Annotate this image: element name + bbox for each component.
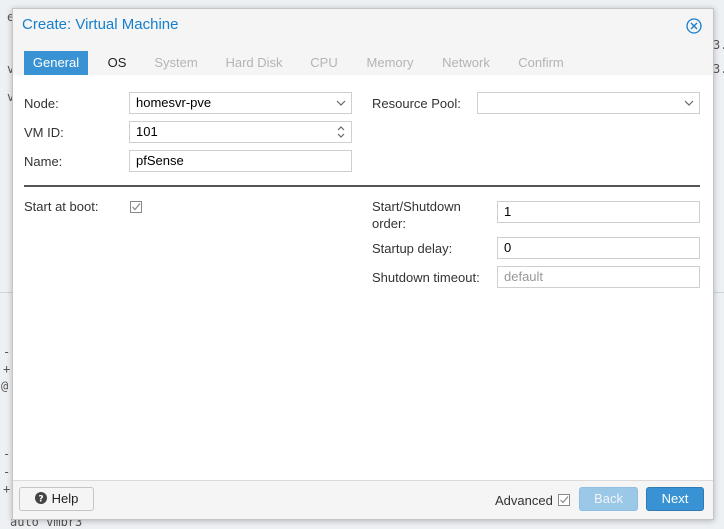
name-field[interactable]: pfSense bbox=[129, 150, 352, 172]
startup-order-label-line2: order: bbox=[372, 216, 406, 231]
startup-delay-field[interactable]: 0 bbox=[497, 237, 700, 259]
name-value: pfSense bbox=[136, 153, 184, 168]
tab-system[interactable]: System bbox=[146, 51, 206, 75]
general-form: Node: homesvr-pve VM ID: 101 Name: pfSen… bbox=[13, 75, 713, 481]
background-snippet: - bbox=[3, 447, 11, 461]
create-vm-dialog: Create: Virtual Machine General OS Syste… bbox=[12, 8, 714, 520]
background-snippet: + bbox=[3, 362, 11, 376]
start-at-boot-checkbox[interactable] bbox=[130, 201, 142, 213]
dialog-title: Create: Virtual Machine bbox=[22, 16, 179, 33]
dialog-titlebar[interactable]: Create: Virtual Machine bbox=[13, 9, 713, 41]
resource-pool-label: Resource Pool: bbox=[372, 96, 461, 111]
resource-pool-combobox[interactable] bbox=[477, 92, 700, 114]
background-snippet: + bbox=[3, 482, 11, 496]
tab-network[interactable]: Network bbox=[434, 51, 498, 75]
startup-order-field[interactable]: 1 bbox=[497, 201, 700, 223]
node-combobox[interactable]: homesvr-pve bbox=[129, 92, 352, 114]
startup-order-label-line1: Start/Shutdown bbox=[372, 199, 461, 214]
tab-os[interactable]: OS bbox=[99, 51, 135, 75]
advanced-checkbox[interactable] bbox=[558, 494, 570, 506]
node-label: Node: bbox=[24, 96, 59, 111]
node-value: homesvr-pve bbox=[136, 95, 212, 110]
shutdown-timeout-label: Shutdown timeout: bbox=[372, 270, 480, 285]
tab-memory[interactable]: Memory bbox=[358, 51, 422, 75]
wizard-tabs: General OS System Hard Disk CPU Memory N… bbox=[13, 41, 713, 75]
vmid-value: 101 bbox=[136, 124, 158, 139]
section-separator bbox=[24, 185, 700, 187]
start-at-boot-label: Start at boot: bbox=[24, 199, 99, 214]
background-snippet: @ bbox=[1, 379, 9, 393]
vmid-spinner[interactable]: 101 bbox=[129, 121, 352, 143]
advanced-label: Advanced bbox=[495, 493, 553, 508]
chevron-down-icon[interactable] bbox=[336, 99, 346, 107]
tab-cpu[interactable]: CPU bbox=[303, 51, 345, 75]
back-button[interactable]: Back bbox=[579, 487, 638, 511]
tab-confirm[interactable]: Confirm bbox=[510, 51, 572, 75]
spinner-arrows-icon[interactable] bbox=[336, 124, 346, 140]
tab-hard-disk[interactable]: Hard Disk bbox=[218, 51, 290, 75]
tab-general[interactable]: General bbox=[24, 51, 88, 75]
startup-order-label: Start/Shutdown order: bbox=[372, 198, 461, 232]
startup-delay-label: Startup delay: bbox=[372, 241, 453, 256]
background-snippet: 3.1 bbox=[713, 62, 724, 76]
help-button[interactable]: ? Help bbox=[19, 487, 94, 511]
startup-delay-value: 0 bbox=[504, 240, 512, 255]
svg-text:?: ? bbox=[38, 495, 43, 505]
help-label: Help bbox=[51, 491, 79, 506]
name-label: Name: bbox=[24, 154, 63, 169]
next-button[interactable]: Next bbox=[646, 487, 704, 511]
chevron-down-icon[interactable] bbox=[684, 99, 694, 107]
shutdown-timeout-field[interactable]: default bbox=[497, 266, 700, 288]
background-snippet: - bbox=[3, 345, 11, 359]
vmid-label: VM ID: bbox=[24, 125, 64, 140]
startup-order-value: 1 bbox=[504, 204, 512, 219]
shutdown-timeout-placeholder: default bbox=[504, 269, 544, 284]
background-snippet: 3.1 bbox=[713, 38, 724, 52]
dialog-footer: ? Help Advanced Back Next bbox=[13, 480, 713, 519]
background-snippet: - bbox=[3, 465, 11, 479]
close-circle-icon[interactable] bbox=[686, 18, 702, 34]
question-circle-icon: ? bbox=[34, 492, 47, 505]
